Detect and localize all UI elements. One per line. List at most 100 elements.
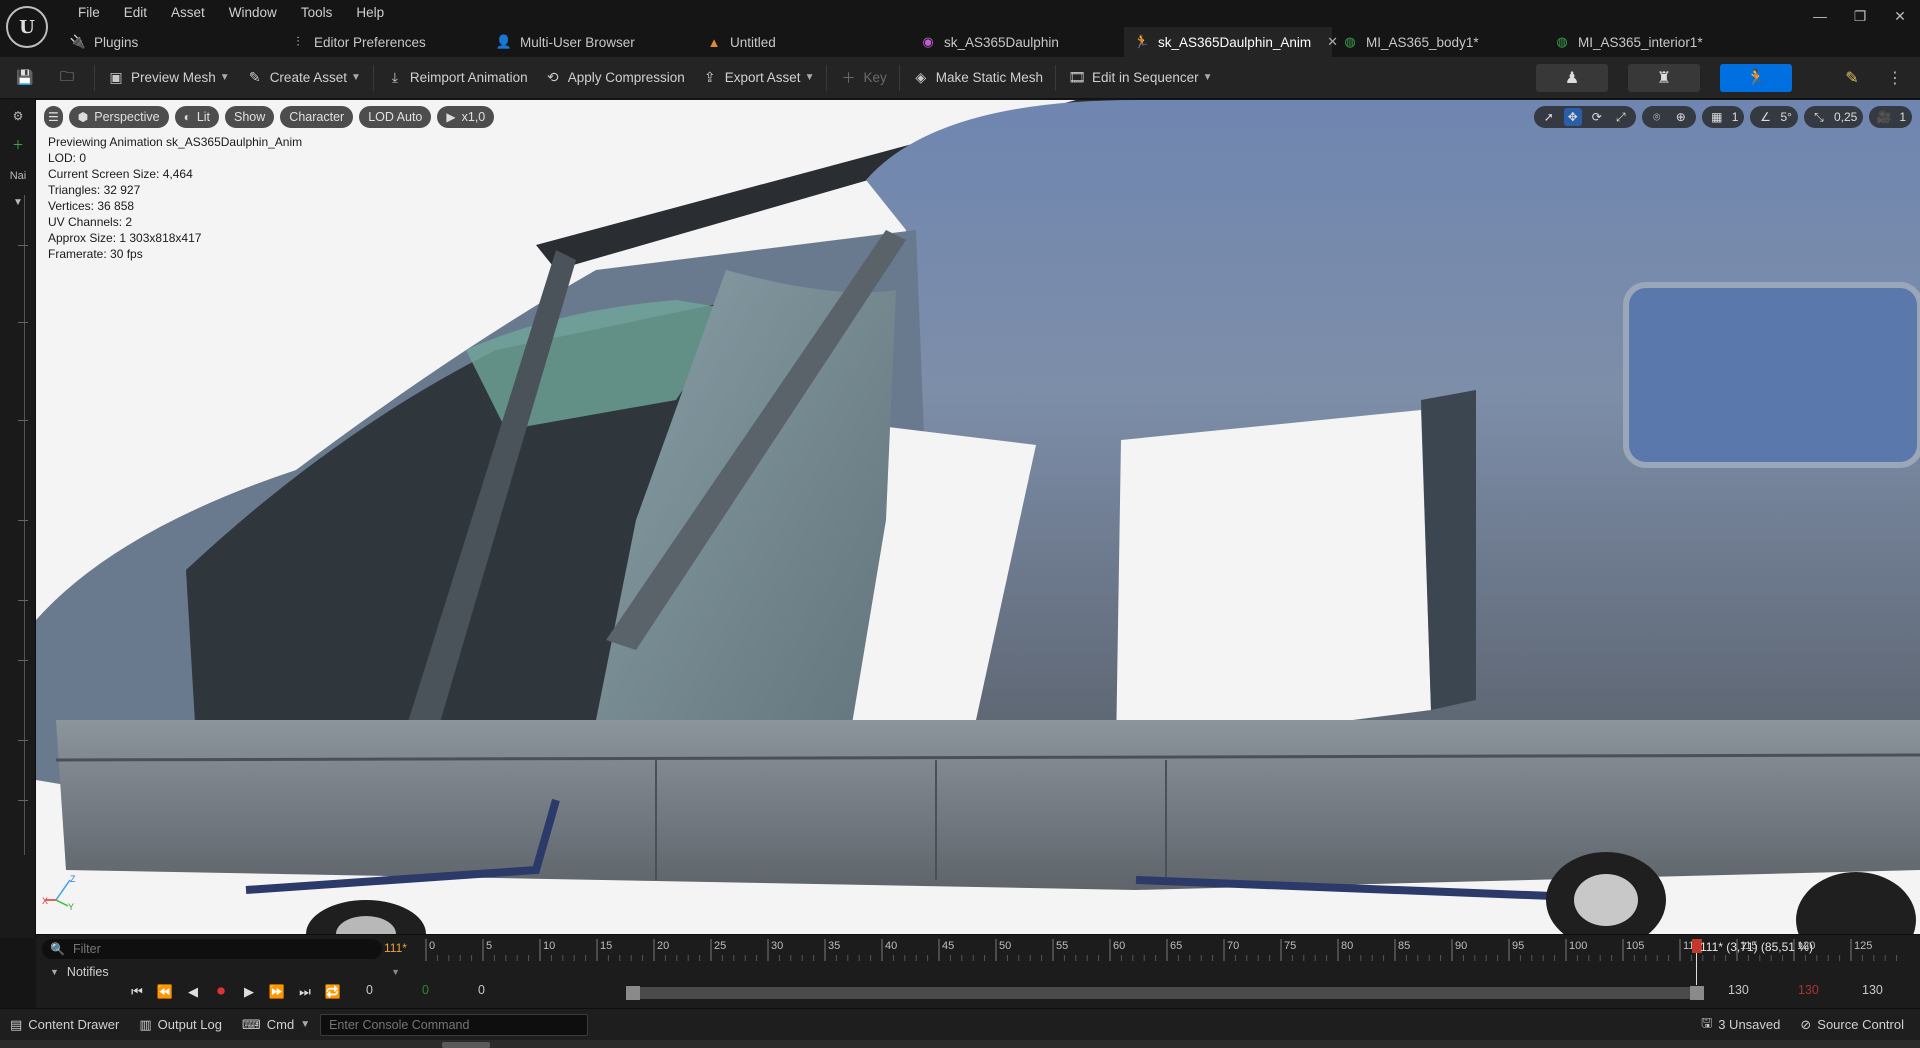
play-icon[interactable]: ▶ (238, 981, 260, 1003)
grid-snap-group[interactable]: ▦ 1 (1701, 106, 1745, 128)
playback-speed-button[interactable]: ▶ x1,0 (437, 106, 495, 128)
apply-compression-button[interactable]: ⟲ Apply Compression (536, 63, 693, 93)
blueprint-mode-button[interactable]: ✎ (1832, 64, 1872, 92)
tab-sk-as365daulphin[interactable]: ◉ sk_AS365Daulphin (910, 27, 1124, 57)
skip-to-start-icon[interactable]: ⏮ (126, 981, 148, 1003)
source-control-button[interactable]: ⊘ Source Control (1790, 1009, 1920, 1041)
transform-mode-group: ➚ ✥ ⟳ ⤢ (1533, 106, 1636, 128)
lit-button[interactable]: ◐ Lit (174, 106, 220, 128)
range-end-handle[interactable] (1690, 986, 1704, 1000)
select-icon[interactable]: ➚ (1540, 108, 1558, 126)
save-button[interactable]: 💾 (0, 63, 50, 93)
more-options-button[interactable]: ⋮ (1880, 64, 1910, 92)
view-start-value[interactable]: 0 (366, 983, 373, 997)
menu-edit[interactable]: Edit (112, 3, 159, 23)
menu-help[interactable]: Help (344, 3, 396, 23)
tab-plugins[interactable]: 🔌 Plugins (60, 27, 280, 57)
skeleton-mode-button[interactable]: ♟ (1536, 64, 1608, 92)
timeline-filter-input[interactable]: 🔍 Filter (42, 939, 382, 959)
browse-button[interactable]: 🗀 (50, 63, 90, 93)
preview-viewport[interactable]: ☰ ⬢ Perspective ◐ Lit Show Character LOD A… (36, 100, 1920, 934)
surface-snap-icon[interactable]: ⊕ (1672, 108, 1690, 126)
menu-window[interactable]: Window (217, 3, 289, 23)
unsaved-button[interactable]: 🖫 3 Unsaved (1691, 1009, 1790, 1041)
reimport-animation-button[interactable]: ⤓ Reimport Animation (378, 63, 536, 93)
restore-icon[interactable]: ❐ (1840, 0, 1880, 32)
menu-file[interactable]: File (66, 3, 112, 23)
loop-icon[interactable]: 🔁 (322, 981, 344, 1003)
resize-grip[interactable] (442, 1042, 490, 1048)
lod-button[interactable]: LOD Auto (359, 106, 432, 128)
play-end-value[interactable]: 130 (1798, 983, 1819, 997)
create-asset-button[interactable]: ✎ Create Asset ▼ (238, 63, 369, 93)
record-icon[interactable]: ⏺ (210, 981, 232, 1003)
skip-to-end-icon[interactable]: ⏭ (294, 981, 316, 1003)
tab-multi-user-browser[interactable]: 👤 Multi-User Browser (486, 27, 696, 57)
character-button[interactable]: Character (280, 106, 354, 128)
tab-mi-as365-interior1[interactable]: ◍ MI_AS365_interior1* (1544, 27, 1744, 57)
tab-sk-as365daulphin-anim[interactable]: 🏃 sk_AS365Daulphin_Anim ✕ (1124, 27, 1338, 57)
cmd-label: Cmd (266, 1017, 295, 1032)
sequencer-icon: 🎞 (1068, 69, 1086, 85)
compression-icon: ⟲ (546, 69, 559, 85)
output-log-label: Output Log (157, 1017, 222, 1032)
key-button[interactable]: ＋ Key (831, 63, 894, 93)
close-window-icon[interactable]: ✕ (1880, 0, 1920, 32)
add-icon[interactable]: ＋ (6, 134, 30, 154)
ruler-tick-label: 0 (429, 940, 435, 952)
menu-asset[interactable]: Asset (159, 3, 217, 23)
step-back-icon[interactable]: ⏪ (154, 981, 176, 1003)
working-start-value[interactable]: 0 (478, 983, 485, 997)
play-start-value[interactable]: 0 (422, 983, 429, 997)
view-end-value[interactable]: 130 (1862, 983, 1883, 997)
content-drawer-button[interactable]: ▤ Content Drawer (0, 1009, 129, 1041)
content-drawer-icon: ▤ (10, 1016, 23, 1032)
kebab-menu-icon: ⋮ (1887, 70, 1903, 87)
translate-icon[interactable]: ✥ (1563, 108, 1582, 126)
details-tab-icon[interactable]: ⚙ (6, 106, 30, 126)
menu-tools[interactable]: Tools (289, 3, 345, 23)
cabin-window (1623, 282, 1920, 468)
working-end-value[interactable]: 130 (1728, 983, 1749, 997)
ruler-tick-label: 40 (885, 940, 897, 952)
show-button[interactable]: Show (225, 106, 275, 128)
minimize-icon[interactable]: — (1800, 0, 1840, 32)
angle-snap-group[interactable]: ∠ 5° (1750, 106, 1798, 128)
notifies-track[interactable]: ▼ Notifies ▼ (42, 963, 408, 981)
animation-mode-button[interactable]: 🏃 (1720, 64, 1792, 92)
chevron-down-icon: ▼ (219, 72, 230, 83)
step-forward-icon[interactable]: ⏩ (266, 981, 288, 1003)
viewport-menu-button[interactable]: ☰ (44, 106, 63, 128)
make-static-mesh-button[interactable]: ◈ Make Static Mesh (904, 63, 1051, 93)
scale-snap-group[interactable]: ⤡ 0,25 (1803, 106, 1864, 128)
unreal-logo-icon[interactable]: U (6, 6, 48, 48)
cmd-dropdown[interactable]: ⌨ Cmd ▼ (232, 1009, 320, 1041)
export-asset-button[interactable]: ⇪ Export Asset ▼ (693, 63, 823, 93)
lit-label: Lit (196, 110, 211, 124)
ruler-tick-label: 100 (1569, 940, 1587, 952)
svg-text:X: X (42, 896, 48, 906)
range-start-handle[interactable] (626, 986, 640, 1000)
grid-snap-value: 1 (1731, 110, 1739, 124)
expand-arrow-icon[interactable]: ▼ (6, 192, 30, 212)
camera-speed-group[interactable]: 🎥 1 (1869, 106, 1912, 128)
tab-mi-as365-body1[interactable]: ◍ MI_AS365_body1* (1332, 27, 1544, 57)
tree-tick (18, 800, 28, 801)
output-log-button[interactable]: ▥ Output Log (129, 1009, 232, 1041)
chevron-down-icon: ▼ (391, 967, 400, 977)
preview-mesh-button[interactable]: ▣ Preview Mesh ▼ (99, 63, 238, 93)
play-reverse-icon[interactable]: ◀ (182, 981, 204, 1003)
world-space-icon[interactable]: ⌾ (1648, 108, 1666, 126)
tab-editor-preferences[interactable]: ⫶ Editor Preferences (280, 27, 486, 57)
rotate-icon[interactable]: ⟳ (1588, 108, 1606, 126)
ruler-tick-label: 70 (1227, 940, 1239, 952)
wheel (1796, 872, 1916, 934)
scale-icon[interactable]: ⤢ (1612, 108, 1630, 126)
timeline-range-slider[interactable] (626, 986, 1704, 1000)
mesh-mode-button[interactable]: ♜ (1628, 64, 1700, 92)
tab-untitled[interactable]: ▲ Untitled (696, 27, 910, 57)
perspective-button[interactable]: ⬢ Perspective (68, 106, 169, 128)
edit-in-sequencer-button[interactable]: 🎞 Edit in Sequencer ▼ (1060, 63, 1220, 93)
console-command-input[interactable] (320, 1013, 589, 1036)
scale-snap-icon: ⤡ (1814, 109, 1824, 124)
